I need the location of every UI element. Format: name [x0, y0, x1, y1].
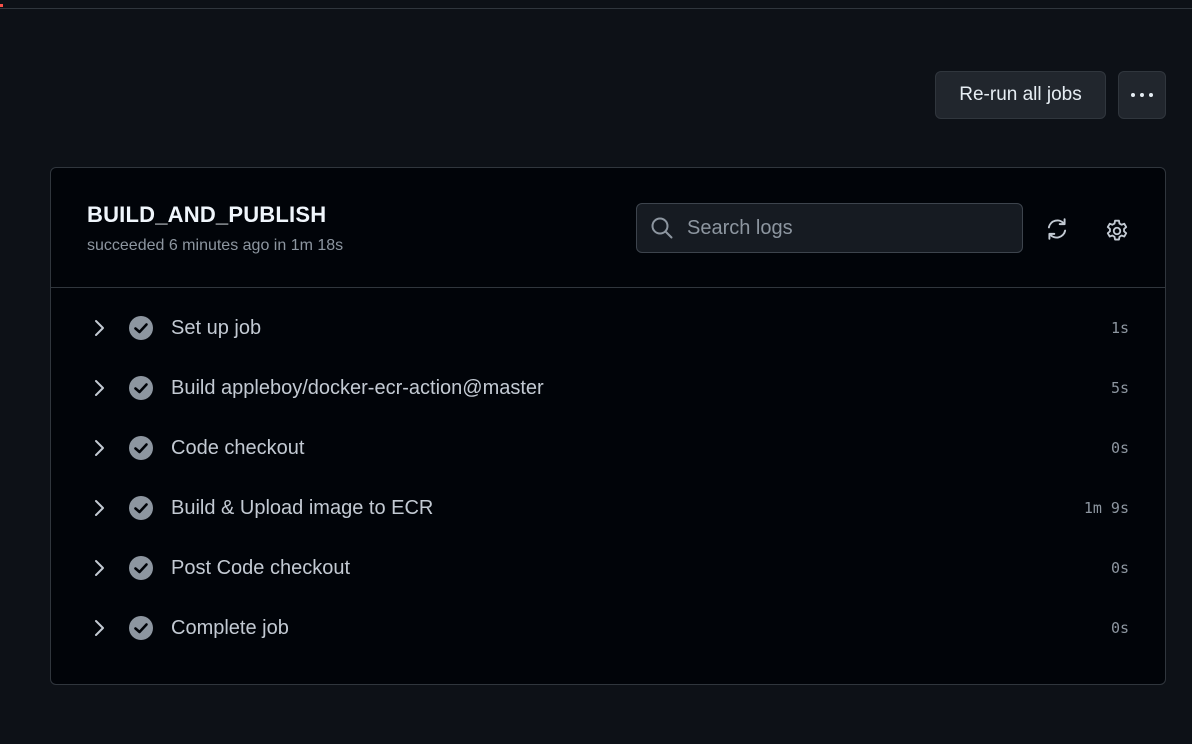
step-duration: 0s: [1110, 559, 1129, 577]
chevron-right-icon[interactable]: [91, 317, 109, 339]
steps-list: Set up job 1s Build appleboy/docker-ecr-…: [51, 298, 1165, 658]
check-circle-icon: [129, 556, 153, 580]
step-duration: 5s: [1110, 379, 1129, 397]
step-row[interactable]: Code checkout 0s: [51, 418, 1165, 478]
step-label: Build appleboy/docker-ecr-action@master: [171, 377, 544, 399]
job-title: BUILD_AND_PUBLISH: [87, 202, 327, 227]
rerun-all-jobs-label: Re-run all jobs: [959, 84, 1082, 105]
step-row[interactable]: Build & Upload image to ECR 1m 9s: [51, 478, 1165, 538]
job-panel: BUILD_AND_PUBLISH succeeded 6 minutes ag…: [50, 167, 1166, 685]
step-row[interactable]: Build appleboy/docker-ecr-action@master …: [51, 358, 1165, 418]
step-label: Set up job: [171, 317, 262, 339]
step-row[interactable]: Complete job 0s: [51, 598, 1165, 658]
search-logs-input[interactable]: [685, 215, 1009, 241]
check-circle-icon: [129, 436, 153, 460]
settings-button[interactable]: [1101, 215, 1133, 247]
more-options-button[interactable]: [1118, 71, 1166, 119]
chevron-right-icon[interactable]: [91, 557, 109, 579]
kebab-horizontal-icon: [1131, 93, 1153, 97]
step-label: Post Code checkout: [171, 557, 350, 579]
step-label: Build & Upload image to ECR: [171, 497, 434, 519]
gear-icon: [1106, 219, 1128, 241]
search-logs-field[interactable]: [636, 203, 1023, 253]
refresh-button[interactable]: [1041, 213, 1073, 245]
chevron-right-icon[interactable]: [91, 377, 109, 399]
chevron-right-icon[interactable]: [91, 437, 109, 459]
chevron-right-icon[interactable]: [91, 497, 109, 519]
step-duration: 0s: [1110, 619, 1129, 637]
chevron-right-icon[interactable]: [91, 617, 109, 639]
search-icon: [649, 215, 675, 241]
step-label: Code checkout: [171, 437, 305, 459]
rerun-all-jobs-button[interactable]: Re-run all jobs: [935, 71, 1106, 119]
refresh-icon: [1047, 218, 1067, 240]
step-duration: 1m 9s: [1083, 499, 1129, 517]
step-row[interactable]: Set up job 1s: [51, 298, 1165, 358]
check-circle-icon: [129, 616, 153, 640]
edge-mark: [0, 4, 3, 7]
job-status-text: succeeded 6 minutes ago in 1m 18s: [87, 237, 344, 254]
step-row[interactable]: Post Code checkout 0s: [51, 538, 1165, 598]
step-duration: 1s: [1110, 319, 1129, 337]
check-circle-icon: [129, 316, 153, 340]
check-circle-icon: [129, 496, 153, 520]
top-divider: [0, 0, 1192, 9]
step-duration: 0s: [1110, 439, 1129, 457]
job-header: BUILD_AND_PUBLISH succeeded 6 minutes ag…: [51, 168, 1165, 288]
step-label: Complete job: [171, 617, 289, 639]
check-circle-icon: [129, 376, 153, 400]
